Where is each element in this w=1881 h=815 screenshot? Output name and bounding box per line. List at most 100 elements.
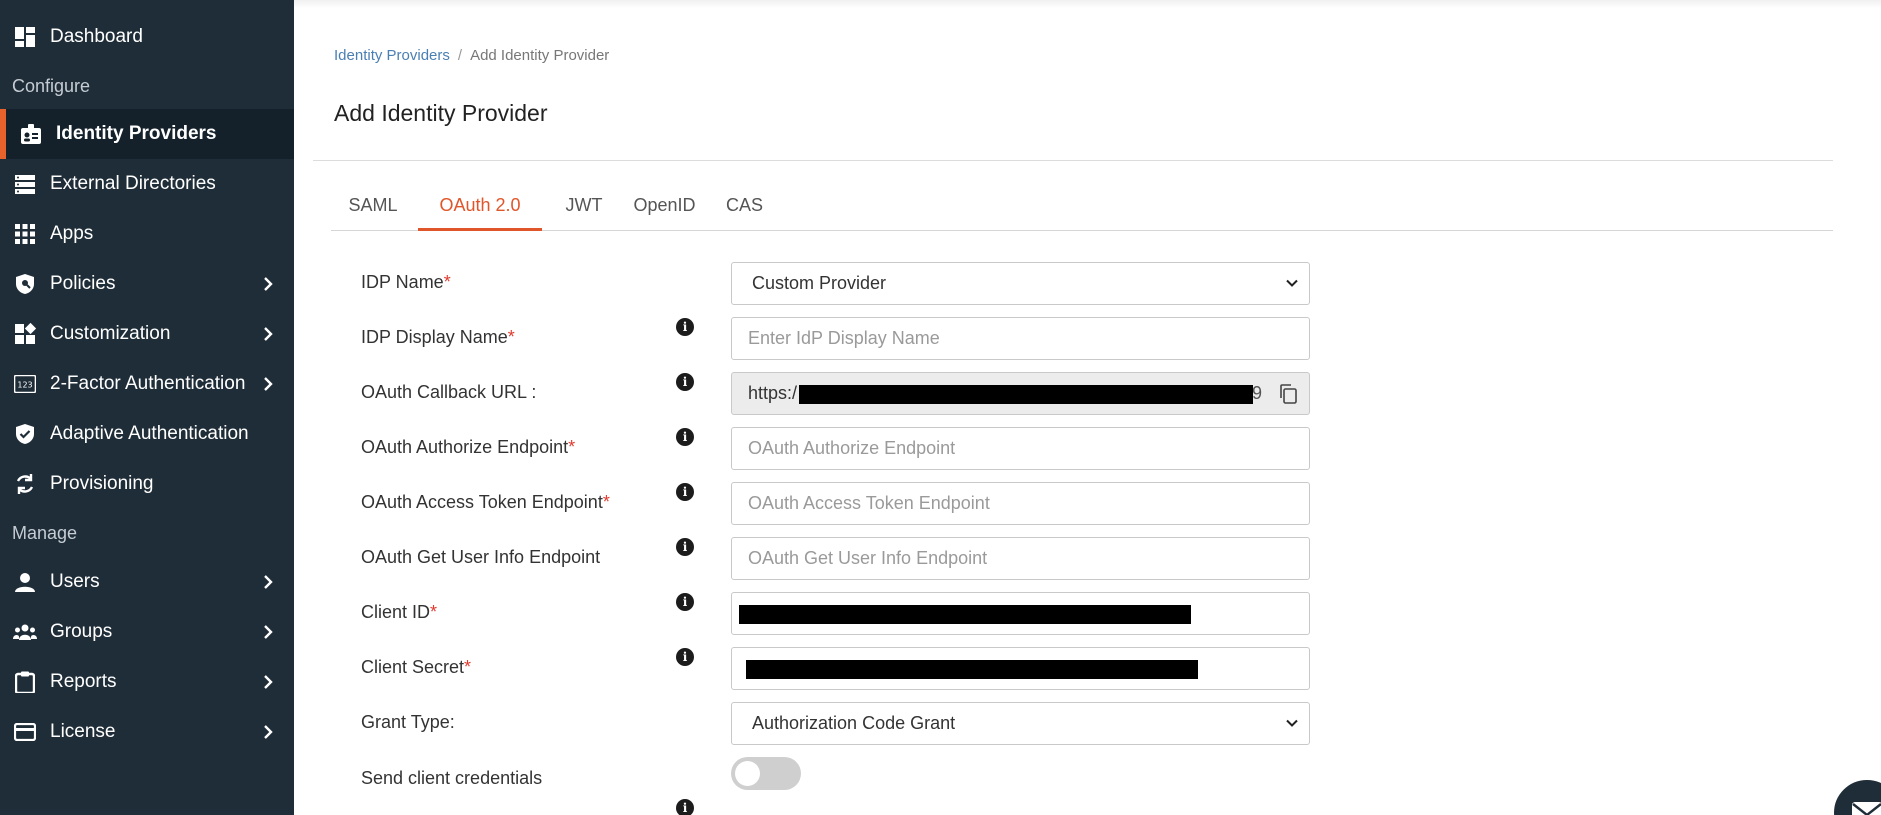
sidebar-item-label: Customization bbox=[50, 323, 171, 344]
label-text: OAuth Authorize Endpoint bbox=[361, 437, 569, 457]
info-icon[interactable]: i bbox=[676, 318, 694, 336]
callback-url-field: https:/ 09 bbox=[731, 372, 1310, 415]
idp-display-name-input[interactable] bbox=[731, 317, 1310, 360]
section-header-configure: Configure bbox=[12, 76, 91, 96]
sidebar-item-label: License bbox=[50, 721, 116, 742]
toggle-knob bbox=[735, 761, 760, 786]
info-icon[interactable]: i bbox=[676, 593, 694, 611]
idp-display-name-label: IDP Display Name* bbox=[361, 327, 515, 348]
access-token-endpoint-input[interactable] bbox=[731, 482, 1310, 525]
shield-policy-icon bbox=[13, 272, 37, 296]
required-mark: * bbox=[430, 602, 438, 622]
sidebar-item-label: Groups bbox=[50, 621, 113, 642]
sidebar-item-identity-providers[interactable]: Identity Providers bbox=[0, 109, 294, 159]
sidebar-item-apps[interactable]: Apps bbox=[0, 209, 294, 259]
chevron-right-icon bbox=[258, 622, 278, 642]
sidebar-item-policies[interactable]: Policies bbox=[0, 259, 294, 309]
redacted-text bbox=[799, 385, 1253, 404]
sidebar-item-external-directories[interactable]: External Directories bbox=[0, 159, 294, 209]
sidebar-item-label: Reports bbox=[50, 671, 117, 692]
sidebar-item-label: Users bbox=[50, 571, 100, 592]
send-client-credentials-label: Send client credentials bbox=[361, 768, 543, 788]
info-icon[interactable]: i bbox=[676, 428, 694, 446]
callback-url-prefix: https:/ bbox=[748, 383, 798, 403]
chevron-right-icon bbox=[258, 722, 278, 742]
apps-grid-icon bbox=[13, 222, 37, 246]
user-info-endpoint-input[interactable] bbox=[731, 537, 1310, 580]
tab-openid[interactable]: OpenID bbox=[627, 188, 702, 231]
breadcrumb-current: Add Identity Provider bbox=[470, 47, 610, 64]
shield-check-icon bbox=[13, 422, 37, 446]
chevron-down-icon bbox=[1286, 279, 1298, 287]
sidebar-item-label: Provisioning bbox=[50, 473, 154, 494]
label-text: Client Secret bbox=[361, 657, 465, 677]
chevron-right-icon bbox=[258, 374, 278, 394]
page-title: Add Identity Provider bbox=[334, 100, 548, 126]
chevron-right-icon bbox=[258, 274, 278, 294]
send-client-credentials-toggle[interactable] bbox=[731, 757, 801, 790]
sidebar-item-label: External Directories bbox=[50, 173, 216, 194]
customization-icon bbox=[13, 322, 37, 346]
id-badge-icon bbox=[19, 122, 43, 146]
info-icon[interactable]: i bbox=[676, 373, 694, 391]
sidebar-item-label: Dashboard bbox=[50, 26, 143, 47]
authorize-endpoint-label: OAuth Authorize Endpoint* bbox=[361, 437, 575, 458]
required-mark: * bbox=[602, 492, 610, 512]
info-icon[interactable]: i bbox=[676, 483, 694, 501]
protocol-tabs: SAML OAuth 2.0 JWT OpenID CAS bbox=[331, 188, 1833, 231]
sidebar-item-label: Apps bbox=[50, 223, 94, 244]
client-id-label: Client ID* bbox=[361, 602, 437, 623]
idp-name-select[interactable]: Custom Provider bbox=[731, 262, 1310, 305]
user-icon bbox=[13, 570, 37, 594]
grant-type-value: Authorization Code Grant bbox=[752, 713, 956, 733]
sync-icon bbox=[13, 472, 37, 496]
dashboard-icon bbox=[13, 25, 37, 49]
required-mark: * bbox=[568, 437, 576, 457]
client-id-input[interactable] bbox=[731, 592, 1310, 635]
section-header-manage: Manage bbox=[12, 523, 78, 543]
sidebar-item-label: Identity Providers bbox=[56, 123, 217, 144]
grant-type-select[interactable]: Authorization Code Grant bbox=[731, 702, 1310, 745]
idp-name-label: IDP Name* bbox=[361, 272, 451, 293]
tab-oauth2[interactable]: OAuth 2.0 bbox=[418, 188, 542, 231]
tab-saml[interactable]: SAML bbox=[331, 188, 415, 231]
chevron-right-icon bbox=[258, 672, 278, 692]
sidebar-item-users[interactable]: Users bbox=[0, 557, 294, 607]
sidebar-item-dashboard[interactable]: Dashboard bbox=[0, 12, 294, 62]
label-text: OAuth Access Token Endpoint bbox=[361, 492, 603, 512]
info-icon[interactable]: i bbox=[676, 648, 694, 666]
sidebar-item-adaptive-authentication[interactable]: Adaptive Authentication bbox=[0, 409, 294, 459]
sidebar-item-customization[interactable]: Customization bbox=[0, 309, 294, 359]
directory-list-icon bbox=[13, 172, 37, 196]
user-info-endpoint-label: OAuth Get User Info Endpoint bbox=[361, 547, 601, 567]
tab-cas[interactable]: CAS bbox=[717, 188, 772, 231]
info-icon[interactable]: i bbox=[676, 538, 694, 556]
chat-support-button[interactable] bbox=[1832, 778, 1881, 815]
copy-icon[interactable] bbox=[1277, 383, 1299, 405]
breadcrumb-separator: / bbox=[457, 47, 463, 64]
sidebar-item-license[interactable]: License bbox=[0, 707, 294, 757]
info-icon[interactable]: i bbox=[676, 799, 694, 815]
svg-text:123: 123 bbox=[17, 381, 32, 390]
idp-name-value: Custom Provider bbox=[752, 273, 887, 293]
required-mark: * bbox=[464, 657, 472, 677]
sidebar-item-reports[interactable]: Reports bbox=[0, 657, 294, 707]
sidebar-item-provisioning[interactable]: Provisioning bbox=[0, 459, 294, 509]
sidebar-item-label: 2-Factor Authentication bbox=[50, 373, 246, 394]
label-text: IDP Name bbox=[361, 272, 444, 292]
credit-card-icon bbox=[13, 720, 37, 744]
chevron-down-icon bbox=[1286, 719, 1298, 727]
client-secret-input[interactable] bbox=[731, 647, 1310, 690]
breadcrumb-link-identity-providers[interactable]: Identity Providers bbox=[334, 47, 450, 64]
sidebar-item-label: Policies bbox=[50, 273, 116, 294]
sidebar-item-label: Adaptive Authentication bbox=[50, 423, 249, 444]
sidebar-item-2fa[interactable]: 123 2-Factor Authentication bbox=[0, 359, 294, 409]
label-text: Client ID bbox=[361, 602, 431, 622]
access-token-endpoint-label: OAuth Access Token Endpoint* bbox=[361, 492, 610, 513]
tab-jwt[interactable]: JWT bbox=[544, 188, 624, 231]
sidebar-item-groups[interactable]: Groups bbox=[0, 607, 294, 657]
authorize-endpoint-input[interactable] bbox=[731, 427, 1310, 470]
groups-icon bbox=[13, 620, 37, 644]
header-shadow bbox=[294, 0, 1881, 8]
sidebar: Dashboard Configure Identity Providers E… bbox=[0, 0, 294, 815]
